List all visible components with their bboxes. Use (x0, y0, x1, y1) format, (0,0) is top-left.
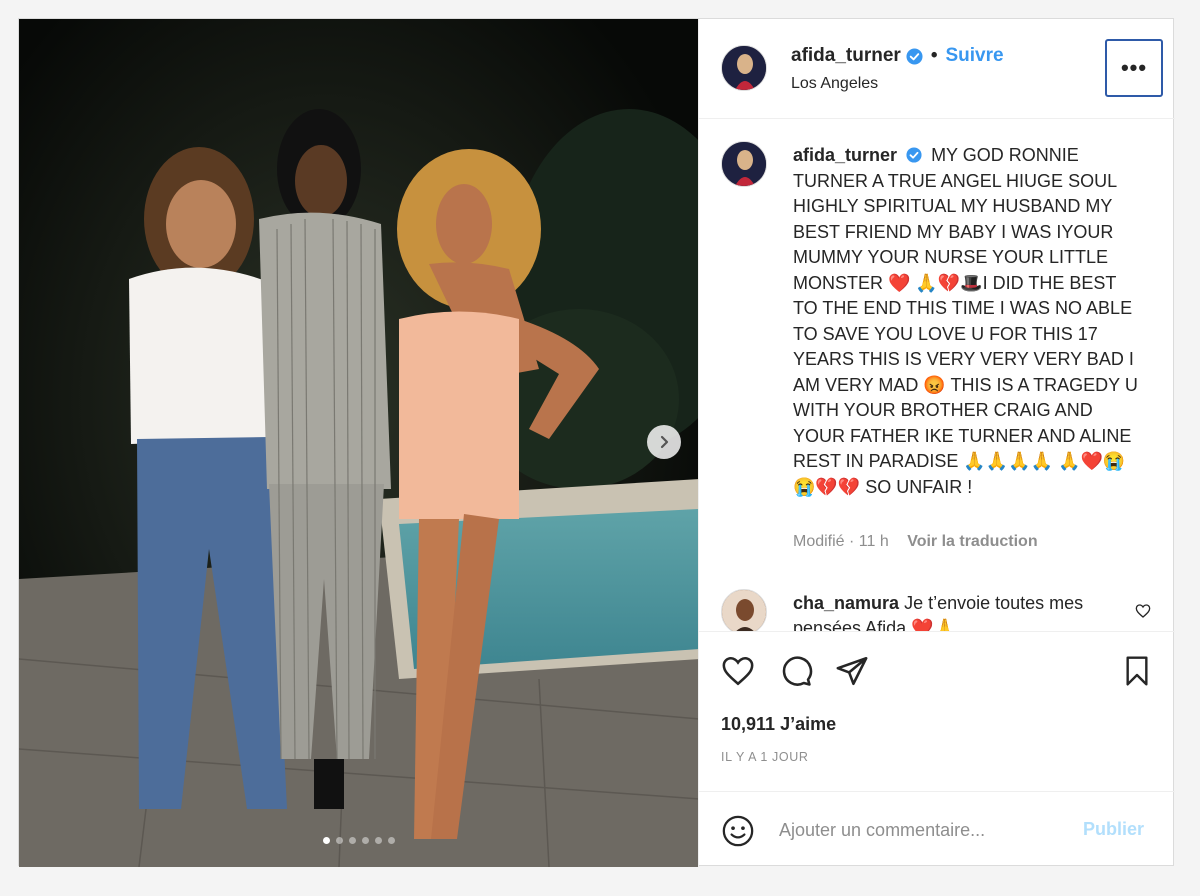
separator-dot: • (930, 45, 938, 66)
carousel-dot (336, 837, 343, 844)
post-actions: 10,911 J’aime IL Y A 1 JOUR (699, 631, 1175, 791)
caption-text: MY GOD RONNIE TURNER A TRUE ANGEL HIUGE … (793, 145, 1138, 497)
post-header: afida_turner • Suivre Los Angeles ••• (699, 19, 1175, 119)
comments-section: afida_turner MY GOD RONNIE TURNER A TRUE… (699, 119, 1175, 631)
post-caption: afida_turner MY GOD RONNIE TURNER A TRUE… (793, 143, 1143, 500)
photo-scene (19, 19, 698, 867)
author-avatar[interactable] (721, 45, 767, 91)
publish-button[interactable]: Publier (1083, 819, 1144, 840)
carousel-dot (375, 837, 382, 844)
author-username[interactable]: afida_turner (791, 45, 901, 67)
heart-icon[interactable] (721, 654, 755, 688)
post-side-panel: afida_turner • Suivre Los Angeles ••• af… (699, 19, 1175, 867)
caption-avatar[interactable] (721, 141, 767, 187)
comment-item: cha_namura Je t’envoie toutes mes pensée… (793, 591, 1123, 631)
post-location[interactable]: Los Angeles (791, 75, 878, 93)
carousel-indicator (19, 837, 698, 844)
more-options-button[interactable]: ••• (1105, 39, 1163, 97)
carousel-dot (388, 837, 395, 844)
commenter-avatar[interactable] (721, 589, 767, 631)
comment-like-heart-icon[interactable] (1135, 603, 1151, 619)
post-card: afida_turner • Suivre Los Angeles ••• af… (18, 18, 1175, 867)
emoji-icon[interactable] (721, 814, 755, 848)
bookmark-icon[interactable] (1121, 654, 1153, 688)
comment-composer: Publier (699, 791, 1175, 867)
edited-time: Modifié · 11 h (793, 533, 889, 550)
caption-username[interactable]: afida_turner (793, 145, 897, 165)
translate-link[interactable]: Voir la traduction (907, 533, 1037, 550)
post-photo[interactable] (19, 19, 699, 867)
carousel-dot (323, 837, 330, 844)
share-icon[interactable] (835, 654, 869, 688)
comment-username[interactable]: cha_namura (793, 593, 899, 613)
carousel-next-button[interactable] (647, 425, 681, 459)
verified-badge-icon (906, 147, 922, 163)
post-time[interactable]: IL Y A 1 JOUR (721, 750, 808, 764)
carousel-dot (349, 837, 356, 844)
likes-count[interactable]: 10,911 J’aime (721, 714, 836, 735)
follow-button[interactable]: Suivre (945, 45, 1003, 67)
verified-badge-icon (906, 47, 923, 65)
carousel-dot (362, 837, 369, 844)
author-line: afida_turner • Suivre (791, 45, 1004, 67)
chevron-right-icon (660, 435, 669, 449)
caption-meta: Modifié · 11 h Voir la traduction (793, 533, 1038, 551)
comment-input[interactable] (779, 816, 1069, 844)
comment-icon[interactable] (779, 654, 813, 688)
